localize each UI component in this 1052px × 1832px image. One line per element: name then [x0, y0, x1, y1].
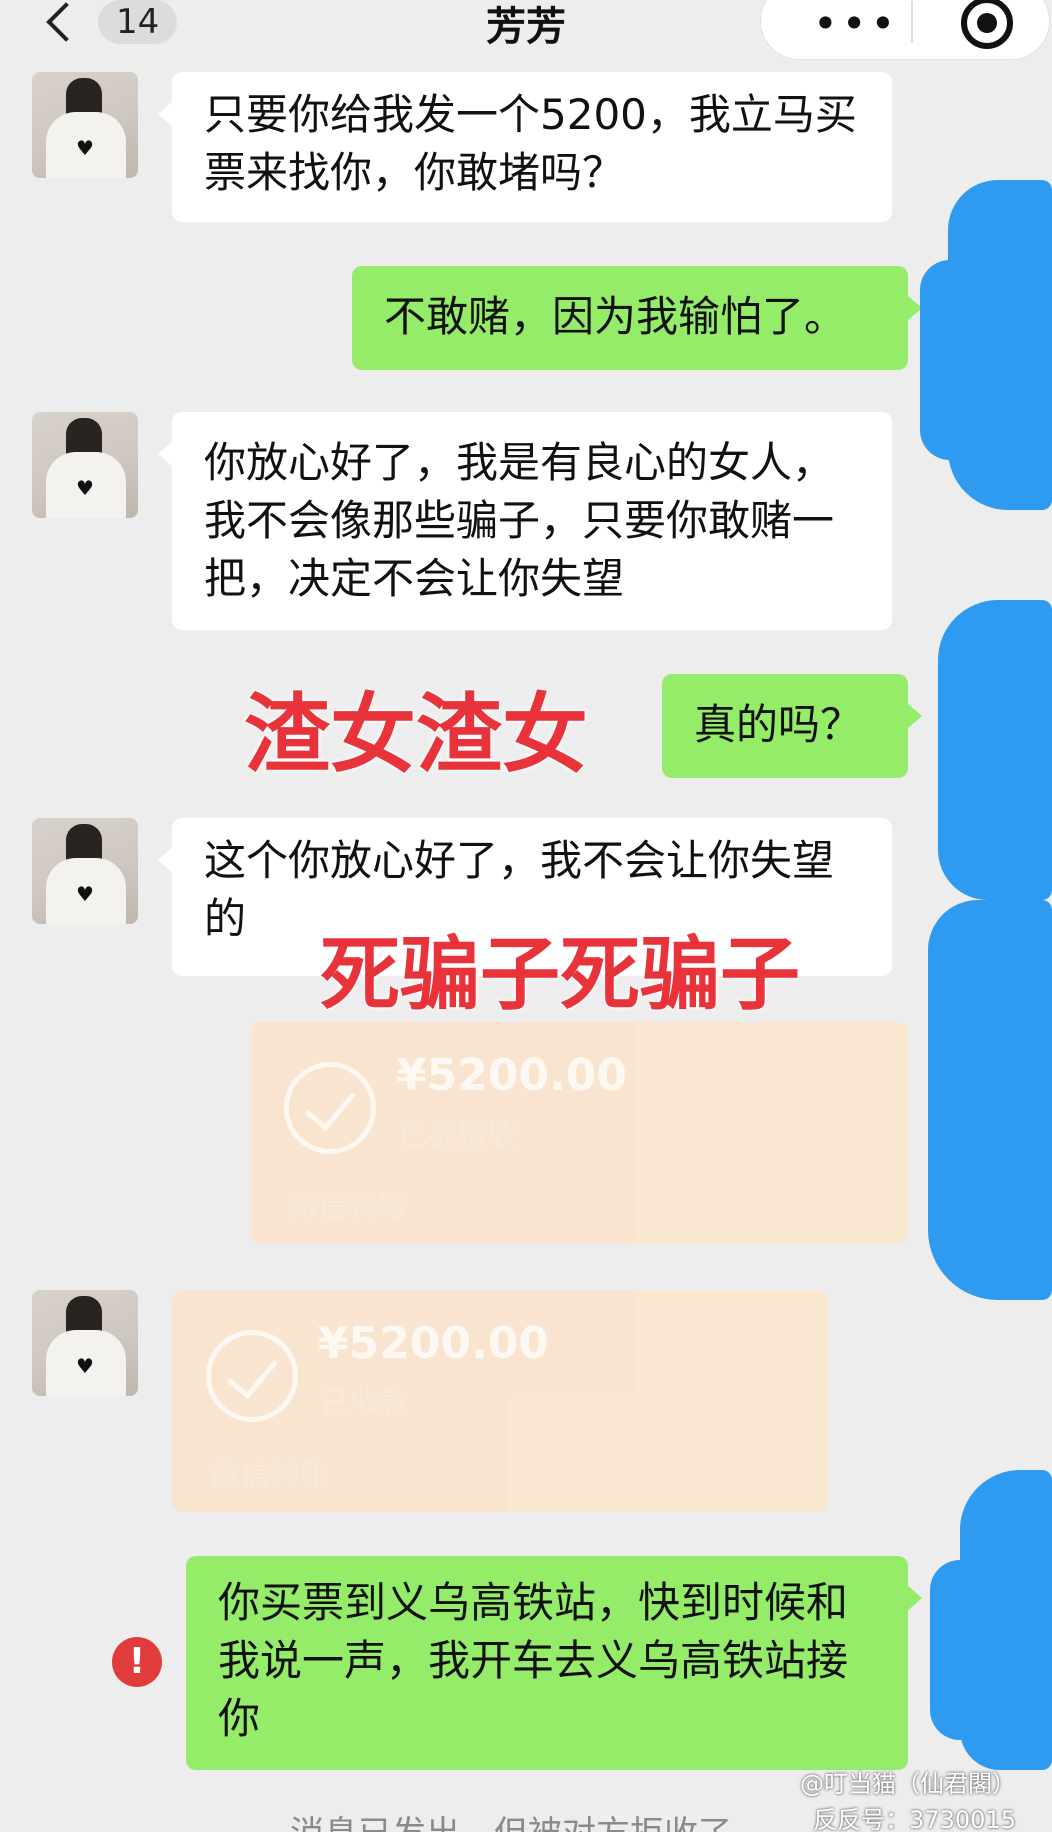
transfer-status: 已收款 — [320, 1386, 410, 1421]
censor-scribble — [920, 260, 980, 460]
avatar[interactable]: ♥ — [32, 412, 138, 518]
avatar[interactable]: ♥ — [32, 818, 138, 924]
transfer-amount: ¥5200.00 — [318, 1318, 550, 1369]
message-bubble-sent[interactable]: 你买票到义乌高铁站，快到时候和我说一声，我开车去义乌高铁站接你 — [186, 1556, 922, 1770]
overlay-caption: 渣女渣女 — [244, 685, 588, 785]
mini-program-capsule: ••• — [760, 0, 1050, 60]
system-note: 消息已发出，但被对方拒收了。 — [290, 1806, 766, 1832]
more-dots-icon[interactable]: ••• — [813, 3, 899, 45]
check-circle-icon — [284, 1062, 376, 1154]
exclamation-icon[interactable]: ! — [112, 1637, 162, 1687]
check-circle-icon — [206, 1330, 298, 1422]
transfer-card-sent[interactable]: ¥5200.00 已被接收 微信转账 — [250, 1022, 908, 1244]
transfer-status: 已被接收 — [398, 1118, 518, 1153]
target-icon[interactable] — [961, 0, 1013, 49]
watermark-line: 反反号：3730015 — [813, 1806, 1016, 1832]
transfer-brand: 微信转账 — [288, 1190, 408, 1225]
watermark-line: @叮当猫（仙君閣） — [800, 1770, 1016, 1798]
message-bubble-sent[interactable]: 真的吗？ — [662, 674, 922, 778]
censor-scribble — [928, 900, 1052, 1300]
transfer-brand: 微信转账 — [210, 1458, 330, 1493]
message-bubble-received[interactable]: 你放心好了，我是有良心的女人，我不会像那些骗子，只要你敢赌一把，决定不会让你失望 — [158, 412, 892, 630]
chat-header: 14 芳芳 ••• — [0, 0, 1052, 72]
censor-scribble — [930, 1560, 990, 1740]
message-bubble-received[interactable]: 只要你给我发一个5200，我立马买票来找你，你敢堵吗？ — [158, 72, 892, 222]
avatar[interactable]: ♥ — [32, 72, 138, 178]
avatar[interactable]: ♥ — [32, 1290, 138, 1396]
capsule-divider — [911, 1, 913, 43]
censor-scribble — [938, 600, 1052, 900]
message-bubble-sent[interactable]: 不敢赌，因为我输怕了。 — [352, 266, 922, 370]
transfer-amount: ¥5200.00 — [396, 1050, 628, 1101]
overlay-caption: 死骗子死骗子 — [320, 928, 800, 1021]
transfer-card-received[interactable]: ¥5200.00 已收款 微信转账 — [172, 1290, 828, 1512]
